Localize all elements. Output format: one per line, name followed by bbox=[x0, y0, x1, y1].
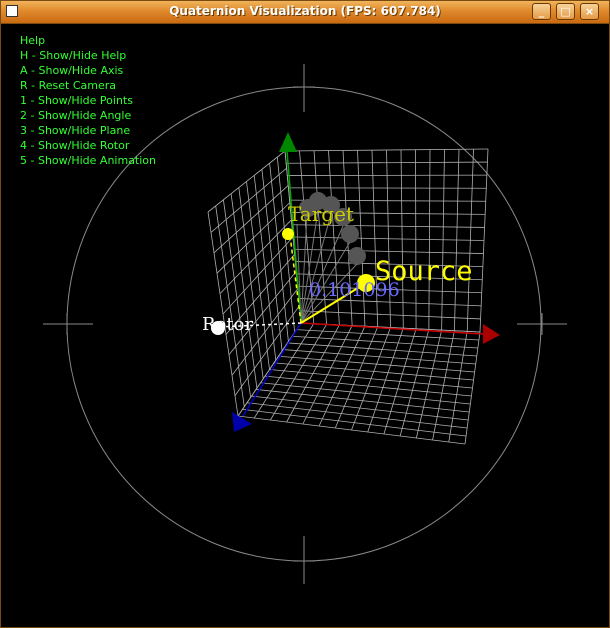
grid-floor-line bbox=[367, 328, 404, 433]
window-title: Quaternion Visualization (FPS: 607.784) bbox=[169, 4, 441, 18]
grid-floor-line bbox=[464, 331, 481, 445]
help-item: A - Show/Hide Axis bbox=[20, 64, 124, 77]
grid-floor-line bbox=[448, 331, 468, 443]
close-button[interactable]: × bbox=[580, 3, 599, 20]
rotor-label: Rotor bbox=[202, 314, 253, 335]
target-point bbox=[282, 228, 294, 240]
grid-back-line bbox=[428, 149, 431, 330]
grid-floor-line bbox=[251, 395, 469, 421]
grid-left-line bbox=[216, 202, 291, 274]
help-heading: Help bbox=[20, 34, 46, 47]
grid-back-line bbox=[415, 149, 417, 329]
app-window: Quaternion Visualization (FPS: 607.784) … bbox=[0, 0, 610, 628]
grid-floor-line bbox=[383, 328, 417, 435]
minimize-button[interactable]: _ bbox=[532, 3, 551, 20]
help-item: H - Show/Hide Help bbox=[20, 49, 127, 62]
z-axis bbox=[242, 322, 302, 417]
title-bar[interactable]: Quaternion Visualization (FPS: 607.784) … bbox=[1, 1, 609, 24]
trail-line bbox=[300, 215, 308, 324]
grid-left-line bbox=[215, 205, 245, 407]
x-axis-arrowhead bbox=[483, 324, 500, 344]
help-item: 4 - Show/Hide Rotor bbox=[20, 139, 130, 152]
trail-point bbox=[348, 247, 366, 265]
grid-left-line bbox=[213, 185, 289, 254]
grid-plane-left bbox=[207, 150, 302, 417]
grid-floor-line bbox=[399, 329, 430, 437]
gl-viewport[interactable]: Source Target 0.101096 Rotor Help H - Sh… bbox=[5, 24, 607, 625]
grid-floor-line bbox=[269, 369, 473, 389]
x-axis bbox=[300, 322, 484, 335]
grid-plane-back bbox=[284, 148, 489, 333]
help-item: 3 - Show/Hide Plane bbox=[20, 124, 131, 137]
y-axis-arrowhead bbox=[279, 132, 297, 152]
help-item: 5 - Show/Hide Animation bbox=[20, 154, 157, 167]
angle-label: 0.101096 bbox=[309, 279, 400, 301]
grid-floor-line bbox=[237, 415, 466, 445]
maximize-button[interactable]: □ bbox=[556, 3, 575, 20]
target-label: Target bbox=[288, 202, 354, 226]
trail-line bbox=[300, 209, 319, 324]
z-axis-arrowhead bbox=[232, 412, 252, 432]
help-item: 1 - Show/Hide Points bbox=[20, 94, 133, 107]
help-item: R - Reset Camera bbox=[20, 79, 116, 92]
grid-floor-line bbox=[432, 330, 455, 441]
grid-left-line bbox=[219, 219, 292, 294]
grid-floor-line bbox=[415, 329, 443, 439]
help-panel: Help H - Show/Hide Help A - Show/Hide Ax… bbox=[20, 33, 156, 168]
trail-point bbox=[341, 225, 359, 243]
grid-left-line bbox=[223, 199, 251, 398]
grid-floor-line bbox=[246, 402, 468, 429]
grid-floor-line bbox=[242, 408, 467, 437]
help-item: 2 - Show/Hide Angle bbox=[20, 109, 132, 122]
